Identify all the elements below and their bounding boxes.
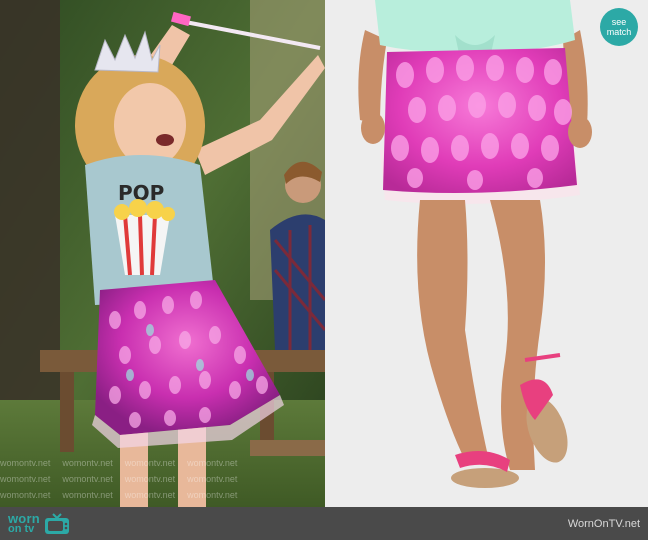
tv-scene-photo: POP womontv.net womontv.net womontv.net …	[0, 0, 325, 507]
watermark-row: womontv.net womontv.net womontv.net womo…	[0, 458, 325, 468]
watermark-row: womontv.net womontv.net womontv.net womo…	[0, 490, 325, 500]
badge-line-2: match	[606, 27, 632, 37]
watermark-text: womontv.net	[187, 490, 238, 500]
watermark-text: womontv.net	[0, 458, 51, 468]
product-photo: see match	[325, 0, 648, 507]
badge-line-1: see	[611, 17, 627, 27]
watermark-text: womontv.net	[62, 490, 113, 500]
watermark-row: womontv.net womontv.net womontv.net womo…	[0, 474, 325, 484]
product-illustration	[325, 0, 648, 507]
watermark-text: womontv.net	[62, 458, 113, 468]
watermark-text: womontv.net	[187, 458, 238, 468]
site-url[interactable]: WornOnTV.net	[568, 518, 640, 530]
logo-line-1: worn	[8, 510, 40, 526]
site-logo[interactable]: worn on tv	[8, 510, 70, 535]
watermark-text: womontv.net	[124, 490, 176, 500]
watermark-text: womontv.net	[124, 474, 176, 484]
watermark-text: womontv.net	[0, 474, 51, 484]
watermark-text: womontv.net	[187, 474, 238, 484]
footer-bar: worn on tv WornOnTV.net	[0, 507, 648, 540]
scene-illustration: POP	[0, 0, 325, 507]
watermark-text: womontv.net	[0, 490, 51, 500]
watermark-text: womontv.net	[124, 458, 176, 468]
tv-icon	[44, 512, 69, 534]
logo-line-2: on tv	[8, 522, 35, 535]
watermark-text: womontv.net	[62, 474, 113, 484]
logo-wordmark: worn on tv	[8, 510, 40, 535]
see-match-badge[interactable]: see match	[600, 8, 638, 46]
